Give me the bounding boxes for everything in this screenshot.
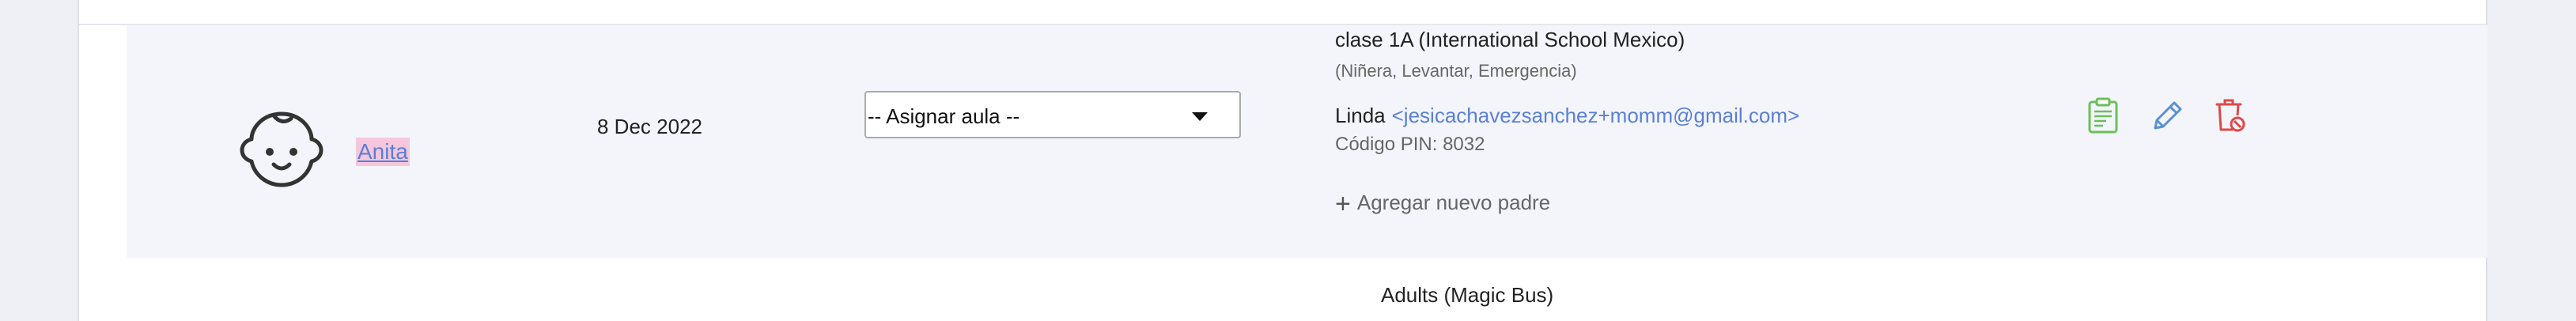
next-row-class-name: Adults (Magic Bus) [1381,283,1554,307]
clipboard-report-icon[interactable] [2086,96,2120,134]
trash-delete-icon[interactable] [2212,96,2247,134]
parent-info: Linda <jesicachavezsanchez+momm@gmail.com… [1335,103,1799,128]
add-parent-link[interactable]: + Agregar nuevo padre [1335,190,1550,217]
student-row: Anita [127,25,2487,258]
student-name-link[interactable]: Anita [356,138,410,166]
parent-name: Linda [1335,104,1386,127]
students-panel: Anita [78,0,2487,321]
add-parent-label: Agregar nuevo padre [1356,191,1551,214]
baby-face-icon [240,111,323,187]
student-date: 8 Dec 2022 [597,115,702,138]
chevron-down-icon [1192,112,1208,121]
pencil-edit-icon[interactable] [2149,96,2184,134]
plus-icon: + [1335,189,1351,219]
parent-email-link[interactable]: <jesicachavezsanchez+momm@gmail.com> [1392,104,1800,127]
classroom-select[interactable]: -- Asignar aula -- [864,91,1241,138]
classroom-select-value: -- Asignar aula -- [868,104,1020,128]
class-tags: (Niñera, Levantar, Emergencia) [1335,61,1577,81]
class-name: clase 1A (International School Mexico) [1335,28,1685,51]
parent-pin: Código PIN: 8032 [1335,134,1485,155]
